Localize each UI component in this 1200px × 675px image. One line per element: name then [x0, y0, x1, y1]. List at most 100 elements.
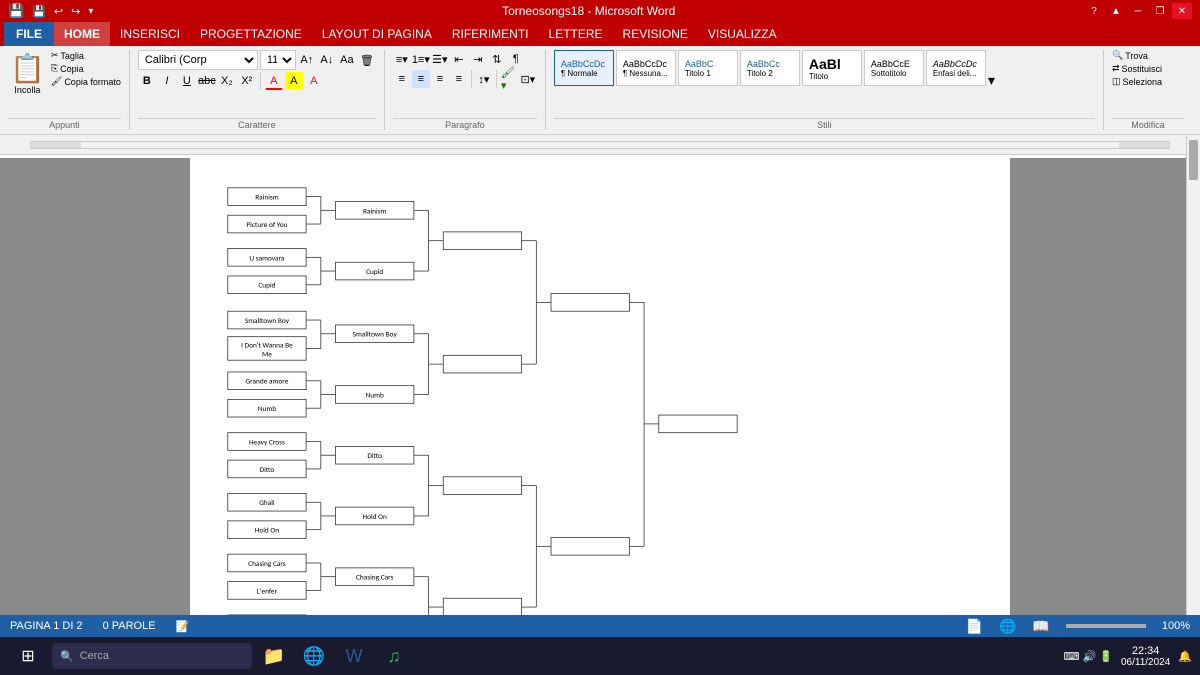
- font-color-btn[interactable]: A: [265, 72, 283, 90]
- svg-text:Me: Me: [262, 349, 272, 358]
- justify-btn[interactable]: ≡: [450, 70, 468, 88]
- style-title2[interactable]: AaBbCc Titolo 2: [740, 50, 800, 86]
- svg-text:Cupid: Cupid: [366, 267, 383, 276]
- paragraph-group: ≡▾ 1≡▾ ☰▾ ⇤ ⇥ ⇅ ¶ ≡ ≡ ≡ ≡ ↕▾ 🖌▾ ⊡▾ Parag…: [393, 50, 546, 130]
- styles-scroll[interactable]: ▾: [988, 50, 995, 110]
- clock: 22:34 06/11/2024: [1121, 645, 1170, 668]
- style-title[interactable]: AaBl Titolo: [802, 50, 862, 86]
- redo-btn[interactable]: ↪: [71, 5, 80, 18]
- inserisci-menu[interactable]: INSERISCI: [110, 22, 190, 46]
- bold-btn[interactable]: B: [138, 72, 156, 90]
- taskbar-explorer[interactable]: 📁: [256, 638, 292, 674]
- start-button[interactable]: ⊞: [8, 637, 48, 675]
- sep3: [496, 70, 497, 88]
- page-status: PAGINA 1 DI 2: [10, 620, 83, 632]
- status-bar: PAGINA 1 DI 2 0 PAROLE 📝 📄 🌐 📖 100%: [0, 615, 1200, 637]
- title-bar: 💾 💾 ↩ ↪ ▾ Torneosongs18 - Microsoft Word…: [0, 0, 1200, 22]
- taskbar: ⊞ 🔍 Cerca 📁 🌐 W ♫ ⌨ 🔊 🔋 22:34 06/11/2024…: [0, 637, 1200, 675]
- font-grow-btn[interactable]: A↑: [298, 51, 316, 69]
- view-read-btn[interactable]: 📖: [1032, 618, 1049, 635]
- svg-text:I Don't Wanna Be: I Don't Wanna Be: [241, 340, 293, 349]
- shading-btn[interactable]: 🖌▾: [500, 70, 518, 88]
- trova-btn[interactable]: 🔍Trova: [1112, 50, 1162, 61]
- sostituisci-btn[interactable]: ⇄Sostituisci: [1112, 63, 1162, 74]
- zoom-slider[interactable]: [1066, 624, 1146, 628]
- increase-indent-btn[interactable]: ⇥: [469, 50, 487, 68]
- svg-text:Smalltown Boy: Smalltown Boy: [353, 330, 398, 339]
- underline-btn[interactable]: U: [178, 72, 196, 90]
- font-size-select[interactable]: 11: [260, 50, 296, 70]
- sep1: [260, 72, 261, 90]
- incolla-btn[interactable]: 📋 Incolla: [8, 50, 47, 97]
- document-area: Rainism Picture of You U samovara Cupid …: [0, 158, 1200, 615]
- ruler: [0, 135, 1200, 155]
- notifications-btn[interactable]: 🔔: [1178, 650, 1192, 663]
- align-center-btn[interactable]: ≡: [412, 70, 430, 88]
- search-icon: 🔍: [60, 650, 74, 663]
- ribbon-collapse-btn[interactable]: ▲: [1106, 3, 1126, 19]
- text-color-btn[interactable]: A: [305, 72, 323, 90]
- file-menu[interactable]: FILE: [4, 22, 54, 46]
- font-shrink-btn[interactable]: A↓: [318, 51, 336, 69]
- taskbar-word[interactable]: W: [336, 638, 372, 674]
- borders-btn[interactable]: ⊡▾: [519, 70, 537, 88]
- quick-save[interactable]: 💾: [32, 5, 46, 18]
- lettere-menu[interactable]: LETTERE: [539, 22, 613, 46]
- decrease-indent-btn[interactable]: ⇤: [450, 50, 468, 68]
- subscript-btn[interactable]: X₂: [218, 72, 236, 90]
- font-case-btn[interactable]: Aa: [338, 51, 356, 69]
- svg-text:Ditto: Ditto: [260, 465, 275, 474]
- svg-text:Numb: Numb: [366, 390, 384, 399]
- search-box[interactable]: 🔍 Cerca: [52, 643, 252, 669]
- taskbar-chrome[interactable]: 🌐: [296, 638, 332, 674]
- bullets-btn[interactable]: ≡▾: [393, 50, 411, 68]
- vertical-scrollbar[interactable]: [1186, 136, 1200, 615]
- home-menu[interactable]: HOME: [54, 22, 110, 46]
- align-right-btn[interactable]: ≡: [431, 70, 449, 88]
- view-print-btn[interactable]: 📄: [966, 618, 983, 635]
- svg-text:Grande amore: Grande amore: [246, 377, 289, 386]
- close-btn[interactable]: ✕: [1172, 3, 1192, 19]
- strikethrough-btn[interactable]: abc: [198, 72, 216, 90]
- superscript-btn[interactable]: X²: [238, 72, 256, 90]
- copia-btn[interactable]: ⎘Copia: [51, 63, 121, 74]
- layout-menu[interactable]: LAYOUT DI PAGINA: [312, 22, 442, 46]
- style-normal[interactable]: AaBbCcDc ¶ Normale: [554, 50, 614, 86]
- taglia-btn[interactable]: ✂Taglia: [51, 50, 121, 61]
- view-web-btn[interactable]: 🌐: [999, 618, 1016, 635]
- svg-text:Chasing Cars: Chasing Cars: [248, 559, 286, 568]
- undo-btn[interactable]: ↩: [54, 5, 63, 18]
- style-title1[interactable]: AaBbC Titolo 1: [678, 50, 738, 86]
- minimize-btn[interactable]: ─: [1128, 3, 1148, 19]
- style-no-space[interactable]: AaBbCcDc ¶ Nessuna...: [616, 50, 676, 86]
- taskbar-spotify[interactable]: ♫: [376, 638, 412, 674]
- edit-group: 🔍Trova ⇄Sostituisci ◫Seleziona Modifica: [1112, 50, 1192, 130]
- svg-text:Chasing Cars: Chasing Cars: [356, 573, 394, 582]
- progettazione-menu[interactable]: PROGETTAZIONE: [190, 22, 312, 46]
- svg-text:Cupid: Cupid: [258, 281, 275, 290]
- multilevel-btn[interactable]: ☰▾: [431, 50, 449, 68]
- window-title: Torneosongs18 - Microsoft Word: [93, 4, 1084, 18]
- align-left-btn[interactable]: ≡: [393, 70, 411, 88]
- restore-btn[interactable]: ❐: [1150, 3, 1170, 19]
- riferimenti-menu[interactable]: RIFERIMENTI: [442, 22, 539, 46]
- clear-format-btn[interactable]: 🗑: [358, 51, 376, 69]
- font-family-select[interactable]: Calibri (Corp: [138, 50, 258, 70]
- style-subtitle[interactable]: AaBbCcE Sottotitolo: [864, 50, 924, 86]
- numbering-btn[interactable]: 1≡▾: [412, 50, 430, 68]
- help-btn[interactable]: ?: [1084, 3, 1104, 19]
- line-spacing-btn[interactable]: ↕▾: [475, 70, 493, 88]
- styles-group: AaBbCcDc ¶ Normale AaBbCcDc ¶ Nessuna...…: [554, 50, 1104, 130]
- visualizza-menu[interactable]: VISUALIZZA: [698, 22, 787, 46]
- highlight-btn[interactable]: A: [285, 72, 303, 90]
- zoom-level: 100%: [1162, 620, 1190, 632]
- svg-text:Hold On: Hold On: [255, 526, 279, 535]
- revisione-menu[interactable]: REVISIONE: [613, 22, 698, 46]
- scrollbar-thumb[interactable]: [1189, 140, 1198, 180]
- svg-text:Hold On: Hold On: [363, 512, 387, 521]
- style-emphasis[interactable]: AaBbCcDc Enfasi deli...: [926, 50, 986, 86]
- copia-formato-btn[interactable]: 🖌Copia formato: [51, 76, 121, 87]
- italic-btn[interactable]: I: [158, 72, 176, 90]
- svg-text:Rainism: Rainism: [255, 193, 279, 202]
- seleziona-btn[interactable]: ◫Seleziona: [1112, 76, 1162, 87]
